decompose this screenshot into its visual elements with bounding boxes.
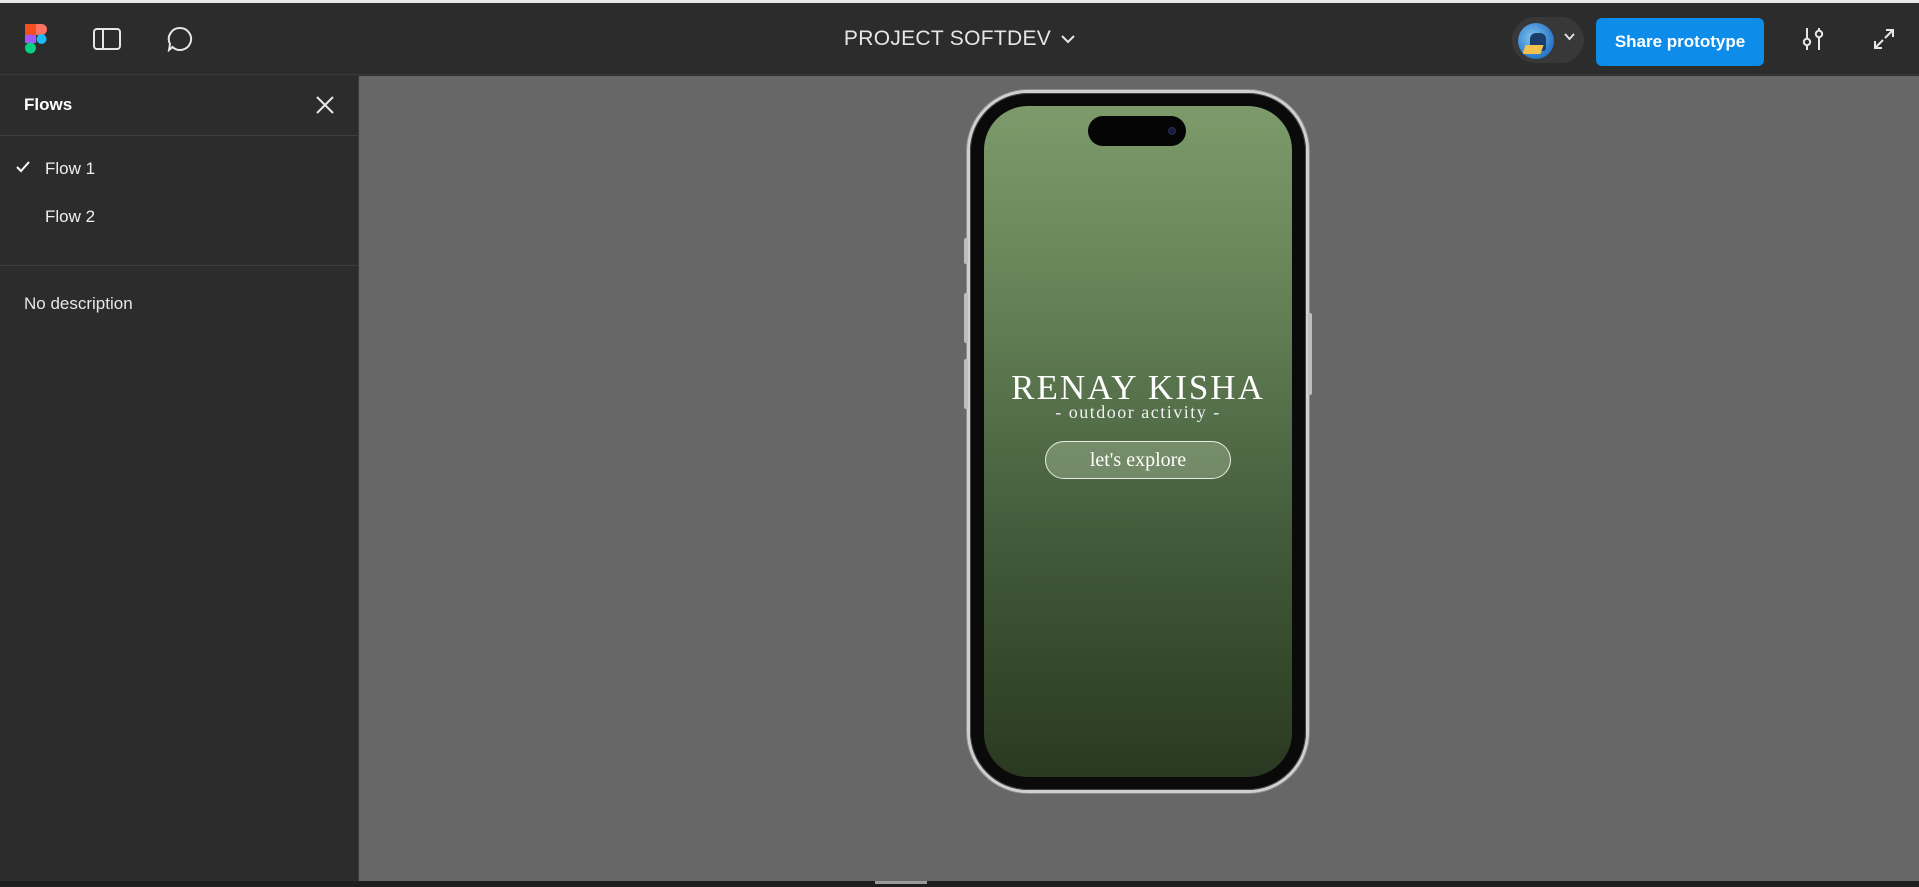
dynamic-island	[1088, 116, 1186, 146]
chevron-down-icon	[1564, 33, 1575, 41]
sidebar-divider	[0, 265, 358, 266]
top-toolbar: PROJECT SOFTDEV Share prototype	[0, 3, 1919, 75]
file-title: PROJECT SOFTDEV	[843, 27, 1052, 50]
phone-volume-up-button	[964, 293, 968, 343]
phone-volume-down-button	[964, 359, 968, 409]
chevron-down-icon	[1061, 35, 1075, 44]
phone-frame: RENAY KISHA - outdoor activity - let's e…	[964, 93, 1312, 790]
lets-explore-label: let's explore	[1089, 448, 1187, 471]
avatar	[1518, 23, 1554, 59]
sidebar-title: Flows	[24, 95, 73, 114]
bottom-indicator	[875, 881, 927, 884]
share-prototype-button[interactable]: Share prototype	[1596, 18, 1764, 66]
checkmark-icon	[16, 161, 30, 173]
camera-icon	[1168, 127, 1176, 135]
flow-item-label: Flow 1	[45, 159, 96, 178]
sidebar-header: Flows	[0, 76, 358, 136]
flows-sidebar: Flows Flow 1 Flow 2 No description	[0, 76, 359, 881]
lets-explore-button[interactable]: let's explore	[1045, 441, 1231, 479]
phone-power-button	[1308, 313, 1312, 395]
expand-icon[interactable]	[1869, 24, 1899, 54]
flow-item-1[interactable]: Flow 1	[0, 149, 358, 189]
brand-tagline: - outdoor activity -	[1055, 402, 1221, 422]
flow-description: No description	[24, 294, 133, 313]
flow-item-2[interactable]: Flow 2	[0, 197, 358, 237]
bottom-bar	[0, 881, 1919, 887]
close-icon[interactable]	[314, 94, 336, 116]
flow-item-label: Flow 2	[45, 207, 96, 226]
prototype-screen[interactable]: RENAY KISHA - outdoor activity - let's e…	[984, 106, 1292, 777]
user-avatar-menu[interactable]	[1512, 17, 1584, 63]
phone-action-button	[964, 238, 968, 264]
settings-sliders-icon[interactable]	[1798, 24, 1828, 54]
